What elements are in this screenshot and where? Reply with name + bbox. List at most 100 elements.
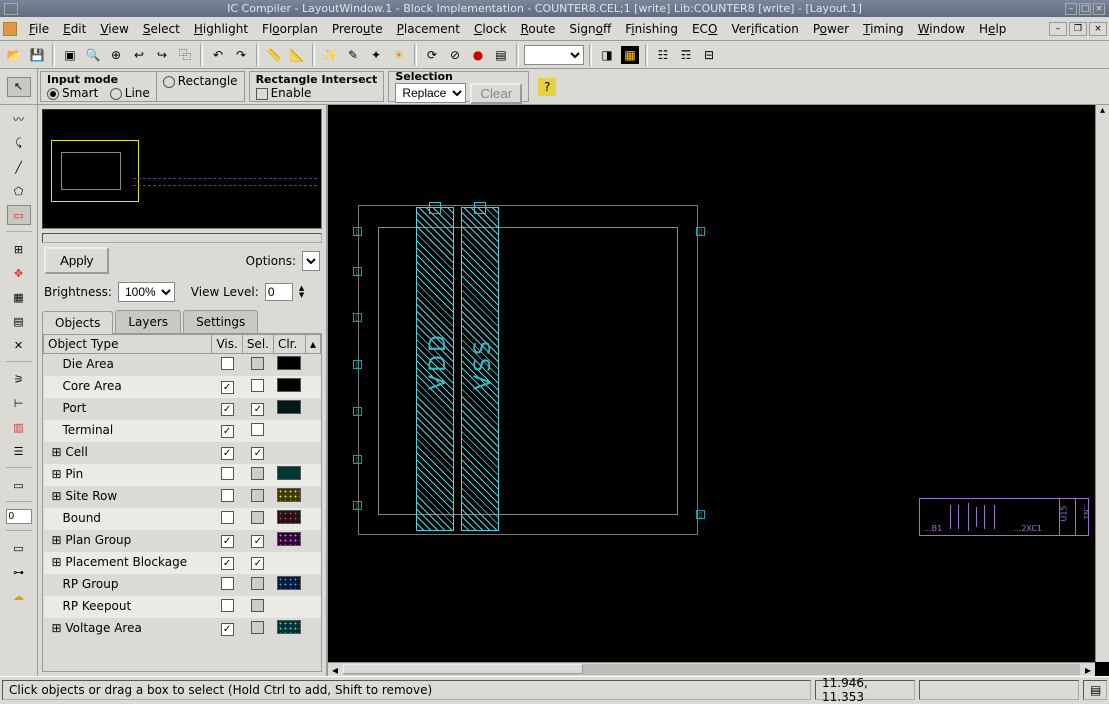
options-dropdown[interactable] bbox=[302, 251, 320, 271]
sel-checkbox[interactable] bbox=[251, 423, 264, 436]
menu-finishing[interactable]: Finishing bbox=[618, 20, 685, 38]
vis-checkbox[interactable] bbox=[221, 467, 234, 480]
color-swatch[interactable] bbox=[277, 488, 301, 502]
poly-tool[interactable]: ⬠ bbox=[7, 181, 31, 201]
target-icon[interactable]: ⊕ bbox=[106, 45, 126, 65]
table-row[interactable]: Terminal✓ bbox=[44, 420, 321, 442]
table-row[interactable]: Core Area✓ bbox=[44, 376, 321, 398]
arc-tool[interactable]: ⤹ bbox=[7, 133, 31, 153]
table-row[interactable]: ⊞ Site Row bbox=[44, 486, 321, 508]
sel-checkbox[interactable]: ✓ bbox=[251, 535, 264, 548]
radio-line[interactable] bbox=[110, 88, 122, 100]
tab-settings[interactable]: Settings bbox=[183, 310, 258, 333]
color-swatch[interactable] bbox=[277, 576, 301, 590]
sel-checkbox[interactable]: ✓ bbox=[251, 557, 264, 570]
menu-power[interactable]: Power bbox=[806, 20, 856, 38]
star-icon[interactable]: ☀ bbox=[389, 45, 409, 65]
line-tool[interactable]: ╱ bbox=[7, 157, 31, 177]
menu-file[interactable]: File bbox=[22, 20, 56, 38]
menu-view[interactable]: View bbox=[93, 20, 135, 38]
menu-verification[interactable]: Verification bbox=[724, 20, 805, 38]
pin-tool[interactable]: ⊢ bbox=[7, 393, 31, 413]
apply-button[interactable]: Apply bbox=[44, 247, 109, 274]
selection-mode[interactable]: Replace bbox=[395, 83, 466, 103]
color-swatch[interactable] bbox=[277, 532, 301, 546]
menu-signoff[interactable]: Signoff bbox=[562, 20, 618, 38]
zoom-full-icon[interactable]: ▣ bbox=[60, 45, 80, 65]
sel-checkbox[interactable] bbox=[251, 511, 264, 524]
macro-tool[interactable]: ▥ bbox=[7, 417, 31, 437]
radio-smart[interactable] bbox=[47, 88, 59, 100]
group-tool[interactable]: ▦ bbox=[7, 287, 31, 307]
vis-checkbox[interactable]: ✓ bbox=[221, 623, 234, 636]
table-row[interactable]: Bound bbox=[44, 508, 321, 530]
sel-checkbox[interactable]: ✓ bbox=[251, 403, 264, 416]
ruler2-icon[interactable]: 📐 bbox=[287, 45, 307, 65]
mdi-close[interactable]: × bbox=[1089, 22, 1107, 36]
layout-canvas[interactable]: VDD VSS ▯ ▯ ▯ ▯ ▯ ▯ ▯ ▯ ▯ ...B1 ...2XC1 … bbox=[328, 105, 1109, 676]
menu-edit[interactable]: Edit bbox=[56, 20, 93, 38]
grid2-tool[interactable]: ▭ bbox=[7, 475, 31, 495]
rect-tool[interactable]: ▭ bbox=[7, 205, 31, 225]
rect3-tool[interactable]: ▭ bbox=[7, 538, 31, 558]
sel-checkbox[interactable] bbox=[251, 467, 264, 480]
mdi-minimize[interactable]: – bbox=[1049, 22, 1067, 36]
back-icon[interactable]: ↩ bbox=[129, 45, 149, 65]
grid-icon[interactable]: ▦ bbox=[620, 45, 640, 65]
color-swatch[interactable] bbox=[277, 620, 301, 634]
save-icon[interactable]: 💾 bbox=[27, 45, 47, 65]
cloud-tool[interactable]: ☁ bbox=[7, 586, 31, 606]
menu-route[interactable]: Route bbox=[514, 20, 563, 38]
tab-objects[interactable]: Objects bbox=[42, 311, 113, 334]
edit-icon[interactable]: ✎ bbox=[343, 45, 363, 65]
sel-checkbox[interactable] bbox=[251, 379, 264, 392]
snap-tool[interactable]: ⊞ bbox=[7, 239, 31, 259]
vis-checkbox[interactable]: ✓ bbox=[221, 447, 234, 460]
menu-clock[interactable]: Clock bbox=[467, 20, 514, 38]
sel-checkbox[interactable] bbox=[251, 577, 264, 590]
overview-map[interactable] bbox=[42, 109, 322, 229]
maximize-button[interactable]: □ bbox=[1079, 3, 1091, 15]
help-icon[interactable]: ? bbox=[537, 77, 557, 97]
sel-checkbox[interactable] bbox=[251, 621, 264, 634]
color-swatch[interactable] bbox=[277, 400, 301, 414]
brightness-select[interactable]: 100% bbox=[118, 282, 175, 302]
undo-icon[interactable]: ↶ bbox=[208, 45, 228, 65]
color-swatch[interactable] bbox=[277, 356, 301, 370]
vis-checkbox[interactable] bbox=[221, 511, 234, 524]
menu-highlight[interactable]: Highlight bbox=[187, 20, 255, 38]
table-row[interactable]: ⊞ Plan Group✓✓ bbox=[44, 530, 321, 552]
tab-layers[interactable]: Layers bbox=[115, 310, 181, 333]
table-row[interactable]: Die Area bbox=[44, 354, 321, 376]
menu-preroute[interactable]: Preroute bbox=[325, 20, 390, 38]
block-tool[interactable]: ☰ bbox=[7, 441, 31, 461]
vis-checkbox[interactable] bbox=[221, 599, 234, 612]
clear-button[interactable]: Clear bbox=[470, 83, 522, 104]
cursor-tool[interactable]: ↖ bbox=[7, 77, 31, 97]
copy-icon[interactable]: ⿻ bbox=[175, 45, 195, 65]
forward-icon[interactable]: ↪ bbox=[152, 45, 172, 65]
move-tool[interactable]: ✥ bbox=[7, 263, 31, 283]
check-icon[interactable]: ⊟ bbox=[699, 45, 719, 65]
window-sys-icon[interactable] bbox=[4, 3, 18, 15]
overview-scroll[interactable] bbox=[42, 233, 322, 243]
redo-icon[interactable]: ↷ bbox=[231, 45, 251, 65]
align-icon[interactable]: ☷ bbox=[653, 45, 673, 65]
vis-checkbox[interactable]: ✓ bbox=[221, 557, 234, 570]
vis-checkbox[interactable]: ✓ bbox=[221, 425, 234, 438]
table-row[interactable]: ⊞ Voltage Area✓ bbox=[44, 618, 321, 640]
table-row[interactable]: RP Group bbox=[44, 574, 321, 596]
mdi-restore[interactable]: ❐ bbox=[1069, 22, 1087, 36]
menu-eco[interactable]: ECO bbox=[685, 20, 724, 38]
minimize-button[interactable]: – bbox=[1065, 3, 1077, 15]
sel-checkbox[interactable] bbox=[251, 599, 264, 612]
mv-icon[interactable]: ◨ bbox=[597, 45, 617, 65]
vis-checkbox[interactable] bbox=[221, 577, 234, 590]
stop-icon[interactable]: ⊘ bbox=[445, 45, 465, 65]
table-row[interactable]: Port✓✓ bbox=[44, 398, 321, 420]
status-menu-icon[interactable]: ▤ bbox=[1083, 680, 1107, 700]
viewlevel-down[interactable]: ▼ bbox=[299, 292, 304, 299]
filter-tool[interactable]: ⚞ bbox=[7, 369, 31, 389]
menu-floorplan[interactable]: Floorplan bbox=[255, 20, 325, 38]
dist-icon[interactable]: ☶ bbox=[676, 45, 696, 65]
